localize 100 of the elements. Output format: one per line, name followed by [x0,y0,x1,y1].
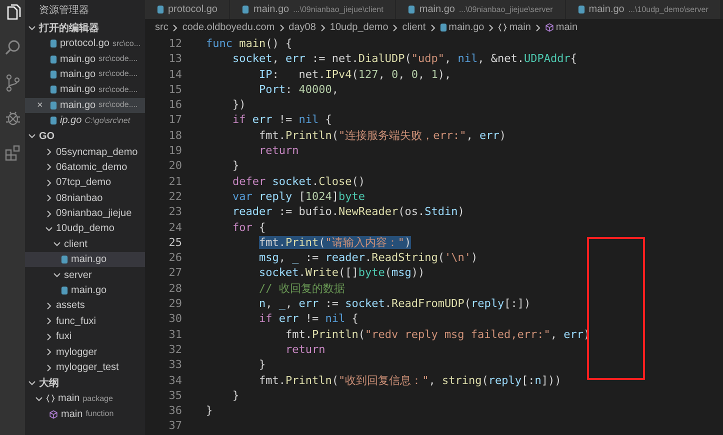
code-line: n, _, err := socket.ReadFromUDP(reply[:]) [258,296,531,312]
code-line: reader := bufio.NewReader(os.Stdin) [232,204,464,220]
chevron-right-icon[interactable] [45,302,53,310]
chevron-right-icon[interactable] [45,178,53,187]
chevron-right-icon[interactable] [428,24,437,32]
tree-item[interactable]: assets [25,298,145,314]
tree-item[interactable]: server [25,267,145,283]
breadcrumb-item[interactable]: main [544,20,578,35]
tree-item-label: 06atomic_demo [56,160,128,175]
branch-icon[interactable] [4,74,22,92]
chevron-right-icon[interactable] [391,24,400,32]
code-line: return [284,342,326,358]
tree-item[interactable]: 08nianbao [25,190,145,206]
editor-tab[interactable]: main.go ...\09nianbao_jiejue\server [396,0,566,19]
section-header[interactable]: 大纲 [39,376,59,391]
chevron-right-icon[interactable] [45,210,53,218]
chevron-right-icon[interactable] [45,317,53,326]
chevron-down-icon[interactable] [53,271,61,280]
file-icon [61,286,68,296]
chevron-right-icon[interactable] [45,194,53,202]
tree-item[interactable]: 05syncmap_demo [25,144,145,160]
chevron-right-icon[interactable] [45,364,53,372]
tree-item[interactable]: func_fuxi [25,314,145,330]
breadcrumb-item[interactable]: client [402,20,426,35]
code-line: msg, _ := reader.ReadString('\n') [258,250,478,266]
breadcrumb-item[interactable]: day08 [288,20,316,35]
tree-item[interactable]: mylogger [25,344,145,360]
editor-tab[interactable]: main.go ...\10udp_demo\server [566,0,722,19]
code-line: return [258,143,299,158]
line-number: 14 [168,66,183,82]
line-number: 15 [168,82,183,98]
open-editor-item[interactable]: ip.go C:\go\src\net [25,112,145,128]
open-editor-item[interactable]: protocol.go src\co... [25,36,145,52]
line-number: 31 [168,326,183,342]
line-number: 29 [168,296,183,312]
chevron-down-icon[interactable] [28,379,36,388]
line-number: 37 [168,418,183,434]
breadcrumb-item[interactable]: 10udp_demo [330,20,388,35]
line-number: 27 [168,265,183,281]
tree-item[interactable]: 09nianbao_jiejue [25,206,145,222]
breadcrumb-item[interactable]: main [498,20,531,35]
chevron-right-icon[interactable] [45,348,53,356]
close-icon[interactable]: × [37,98,47,113]
tree-item-label: func_fuxi [56,314,96,329]
bug-icon[interactable] [4,109,22,127]
open-editor-item[interactable]: main.go src\code.... [25,82,145,98]
line-number: 16 [168,97,183,112]
outline-item[interactable]: main [61,406,83,422]
tree-item[interactable]: 07tcp_demo [25,175,145,191]
tree-item[interactable]: mylogger_test [25,360,145,376]
code-line: fmt.Println("收到回复信息：", string(reply[:n])) [258,372,562,388]
tree-item[interactable]: 10udp_demo [25,221,145,237]
chevron-right-icon[interactable] [45,163,53,172]
line-number: 22 [168,188,183,204]
chevron-right-icon[interactable] [45,332,53,341]
editor-tab[interactable]: main.go ...\09nianbao_jiejue\client [230,0,396,19]
braces-icon [46,394,55,404]
open-editor-item[interactable]: × main.go src\code.... [25,98,145,113]
tree-item-label: main.go [71,253,107,268]
chevron-right-icon[interactable] [171,24,180,32]
braces-icon [498,23,508,32]
chevron-down-icon[interactable] [28,132,36,140]
section-header[interactable]: GO [39,128,55,144]
chevron-right-icon[interactable] [318,24,327,32]
line-number: 35 [168,388,183,404]
code-line: Port: 40000, [258,82,338,98]
open-editor-item[interactable]: main.go src\code.... [25,51,145,67]
tree-item[interactable]: main.go [25,252,145,268]
chevron-right-icon[interactable] [45,148,53,156]
tree-item[interactable]: 06atomic_demo [25,160,145,176]
outline-item[interactable]: main [58,391,80,406]
outline-detail: package [82,392,113,405]
tree-item[interactable]: main.go [25,282,145,298]
chevron-down-icon[interactable] [53,240,61,248]
editor-tab[interactable]: protocol.go [145,0,230,19]
breadcrumb-item[interactable]: code.oldboyedu.com [182,20,275,35]
line-number: 30 [168,311,183,327]
cube-icon [49,410,58,419]
line-number: 23 [168,204,183,220]
tree-item-label: assets [56,299,85,314]
tree-item-label: mylogger_test [56,361,119,375]
tree-item[interactable]: fuxi [25,329,145,344]
chevron-right-icon[interactable] [487,24,496,32]
breadcrumb-item[interactable]: src [155,20,168,35]
chevron-down-icon[interactable] [28,24,36,32]
extensions-icon[interactable] [4,144,22,162]
open-editor-item[interactable]: main.go src\code.... [25,66,145,82]
chevron-right-icon[interactable] [534,24,542,32]
search-icon[interactable] [4,39,22,57]
code-line: if err != nil { [232,112,332,128]
chevron-down-icon[interactable] [35,394,43,403]
chevron-right-icon[interactable] [278,24,286,32]
tree-item-label: 07tcp_demo [56,176,112,190]
breadcrumb-item[interactable]: main.go [440,20,484,35]
line-number: 13 [168,51,183,67]
chevron-down-icon[interactable] [45,224,53,233]
tree-item[interactable]: client [25,236,145,252]
file-name: main.go [60,98,96,113]
sidebar-title: 资源管理器 [39,4,89,18]
section-header[interactable]: 打开的编辑器 [39,20,99,36]
